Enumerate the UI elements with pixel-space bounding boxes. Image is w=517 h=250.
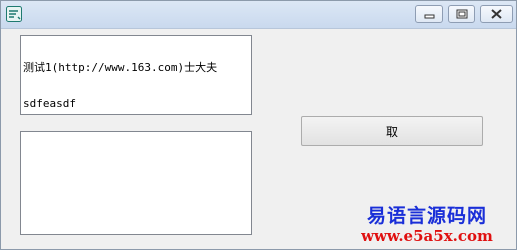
watermark-logo: 易语言源码网 www.e5a5x.com [347,205,507,245]
get-button[interactable]: 取 [301,116,483,146]
app-window: 测试1(http://www.163.com)士大夫 sdfeasdf 取 易语… [0,0,517,250]
watermark-url: www.e5a5x.com [361,227,493,245]
maximize-icon [456,9,468,19]
output-textbox[interactable]: 测试1(http://www.163.com)士大夫 sdfeasdf [20,35,252,115]
watermark-title: 易语言源码网 [366,205,487,227]
textbox-line: 测试1(http://www.163.com)士大夫 [23,61,218,74]
maximize-button[interactable] [448,5,475,23]
client-area: 测试1(http://www.163.com)士大夫 sdfeasdf 取 易语… [2,29,515,249]
title-bar[interactable] [1,1,516,29]
app-logo-icon[interactable] [6,6,22,22]
close-icon [491,9,502,19]
input-textbox[interactable] [20,131,252,235]
minimize-icon [424,14,435,19]
close-button[interactable] [480,5,513,23]
textbox-line: sdfeasdf [23,97,76,110]
minimize-button[interactable] [415,5,443,23]
